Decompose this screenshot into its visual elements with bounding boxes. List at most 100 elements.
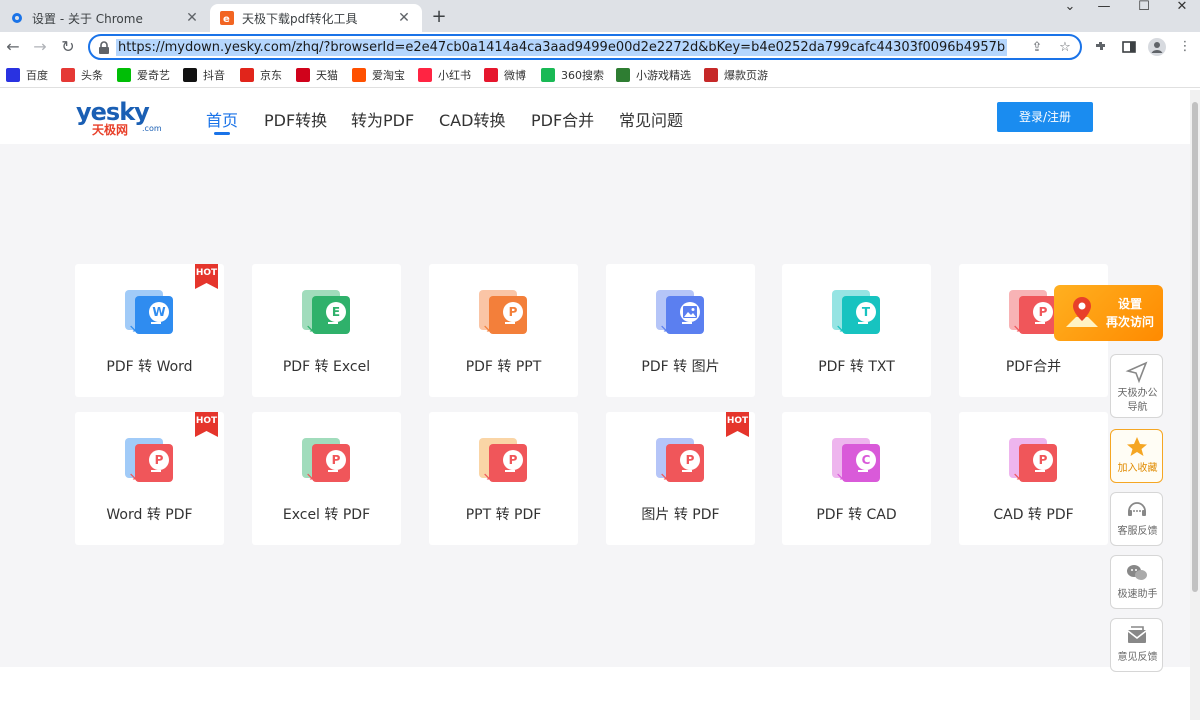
file-convert-icon: P ↘ <box>479 290 531 336</box>
bookmark-label: 头条 <box>81 69 103 82</box>
page-scrollbar[interactable] <box>1190 90 1200 720</box>
bookmark-item[interactable]: 微博 <box>484 67 526 83</box>
tool-card[interactable]: E ↘ PDF 转 Excel <box>252 264 401 397</box>
bookmark-label: 360搜索 <box>561 69 604 82</box>
nav-pdf-merge[interactable]: PDF合并 <box>531 107 594 131</box>
tool-card[interactable]: C ↘ PDF 转 CAD <box>782 412 931 545</box>
back-button[interactable]: ← <box>2 36 24 58</box>
nav-cad-convert[interactable]: CAD转换 <box>439 107 505 131</box>
tool-label: PDF 转 PPT <box>465 359 542 375</box>
window-close-button[interactable]: ✕ <box>1162 0 1200 32</box>
bookmark-label: 抖音 <box>203 69 225 82</box>
bookmark-label: 小游戏精选 <box>636 69 691 82</box>
game-icon <box>616 68 630 82</box>
promo-line-1: 设置 <box>1117 297 1142 311</box>
side-label: 导航 <box>1127 402 1148 413</box>
tool-card[interactable]: P ↘ Excel 转 PDF <box>252 412 401 545</box>
side-label: 意见反馈 <box>1117 652 1158 663</box>
tool-label: PDF 转 CAD <box>816 507 897 523</box>
new-tab-button[interactable]: + <box>428 6 450 28</box>
bookmark-item[interactable]: 爱奇艺 <box>117 67 170 83</box>
nav-active-indicator <box>214 132 230 135</box>
toutiao-icon <box>61 68 75 82</box>
tool-card[interactable]: P ↘ PPT 转 PDF <box>429 412 578 545</box>
yesky-logo[interactable]: yesky 天极网 .com <box>76 98 166 137</box>
bookmark-item[interactable]: 小游戏精选 <box>616 67 691 83</box>
profile-avatar-icon[interactable] <box>1146 36 1168 58</box>
nav-home[interactable]: 首页 <box>206 107 238 131</box>
tool-card[interactable]: P ↘ CAD 转 PDF <box>959 412 1108 545</box>
feedback-button[interactable]: 意见反馈 <box>1110 618 1163 672</box>
file-convert-icon: W ↘ <box>125 290 177 336</box>
nav-to-pdf[interactable]: 转为PDF <box>351 107 414 131</box>
bookmark-item[interactable]: 小红书 <box>418 67 471 83</box>
tab-title: 设置 - 关于 Chrome <box>32 11 143 26</box>
tab-settings[interactable]: 设置 - 关于 Chrome ✕ <box>0 4 210 32</box>
share-icon[interactable]: ⇪ <box>1028 39 1046 57</box>
bookmark-item[interactable]: 天猫 <box>296 67 338 83</box>
tab-pdf-tool[interactable]: e 天极下载pdf转化工具 ✕ <box>210 4 422 32</box>
file-convert-icon: T ↘ <box>832 290 884 336</box>
bookmark-star-icon[interactable]: ☆ <box>1056 39 1074 57</box>
bookmark-label: 爱奇艺 <box>137 69 170 82</box>
bookmark-item[interactable]: 爱淘宝 <box>352 67 405 83</box>
close-icon[interactable]: ✕ <box>396 10 412 26</box>
reload-button[interactable]: ↻ <box>57 36 79 58</box>
nav-faq[interactable]: 常见问题 <box>619 107 683 131</box>
tool-card[interactable]: T ↘ PDF 转 TXT <box>782 264 931 397</box>
side-label: 极速助手 <box>1117 589 1158 600</box>
lock-icon <box>98 40 110 54</box>
file-convert-icon: P ↘ <box>125 438 177 484</box>
webgame-icon <box>704 68 718 82</box>
mail-icon <box>1127 626 1147 643</box>
side-panel-icon[interactable] <box>1118 36 1140 58</box>
close-icon[interactable]: ✕ <box>184 10 200 26</box>
tmall-icon <box>296 68 310 82</box>
maximize-button[interactable]: ☐ <box>1124 0 1164 32</box>
tool-label: PDF合并 <box>1005 359 1062 375</box>
bookmark-item[interactable]: 360搜索 <box>541 67 604 83</box>
forward-button[interactable]: → <box>29 36 51 58</box>
tool-card[interactable]: P ↘ PDF 转 PPT <box>429 264 578 397</box>
scrollbar-thumb[interactable] <box>1192 102 1198 592</box>
bookmark-item[interactable]: 百度 <box>6 67 48 83</box>
tool-label: Excel 转 PDF <box>282 507 371 523</box>
file-convert-icon: P ↘ <box>1009 438 1061 484</box>
paw-icon <box>6 68 20 82</box>
iqiyi-icon <box>117 68 131 82</box>
bookmark-item[interactable]: 头条 <box>61 67 103 83</box>
bookmark-label: 百度 <box>26 69 48 82</box>
tool-card[interactable]: W ↘ PDF 转 Word HOT <box>75 264 224 397</box>
extensions-icon[interactable] <box>1090 36 1112 58</box>
promo-line-2: 再次访问 <box>1105 315 1154 329</box>
add-favorite-button[interactable]: 加入收藏 <box>1110 429 1163 483</box>
address-bar[interactable]: https://mydown.yesky.com/zhq/?browserId=… <box>88 34 1082 60</box>
bookmark-item[interactable]: 爆款页游 <box>704 67 768 83</box>
bookmark-item[interactable]: 京东 <box>240 67 282 83</box>
wechat-icon <box>1127 565 1147 580</box>
site-header: yesky 天极网 .com 首页 PDF转换 转为PDF CAD转换 PDF合… <box>0 90 1190 144</box>
tool-card[interactable]: P ↘ Word 转 PDF HOT <box>75 412 224 545</box>
jd-icon <box>240 68 254 82</box>
hot-badge: HOT <box>195 412 218 437</box>
side-label: 天极办公 <box>1117 388 1158 399</box>
speed-assistant-button[interactable]: 极速助手 <box>1110 555 1163 609</box>
nav-pdf-convert[interactable]: PDF转换 <box>264 107 327 131</box>
customer-service-button[interactable]: 客服反馈 <box>1110 492 1163 546</box>
more-menu-icon[interactable]: ⋮ <box>1174 36 1196 58</box>
tool-label: PDF 转 Excel <box>282 359 371 375</box>
revisit-promo[interactable]: 设置 再次访问 <box>1054 285 1163 341</box>
tool-card[interactable]: P ↘ 图片 转 PDF HOT <box>606 412 755 545</box>
minimize-button[interactable]: — <box>1084 0 1124 32</box>
tool-label: Word 转 PDF <box>106 507 193 523</box>
office-nav-button[interactable]: 天极办公 导航 <box>1110 354 1163 418</box>
tool-card[interactable]: ↘ PDF 转 图片 <box>606 264 755 397</box>
side-label: 加入收藏 <box>1117 463 1158 474</box>
file-convert-icon: P ↘ <box>479 438 531 484</box>
url-text[interactable]: https://mydown.yesky.com/zhq/?browserId=… <box>116 39 1008 56</box>
bookmark-item[interactable]: 抖音 <box>183 67 225 83</box>
bookmark-label: 京东 <box>260 69 282 82</box>
login-register-button[interactable]: 登录/注册 <box>997 102 1093 132</box>
map-pin-icon <box>1066 297 1098 327</box>
bookmark-label: 天猫 <box>316 69 338 82</box>
